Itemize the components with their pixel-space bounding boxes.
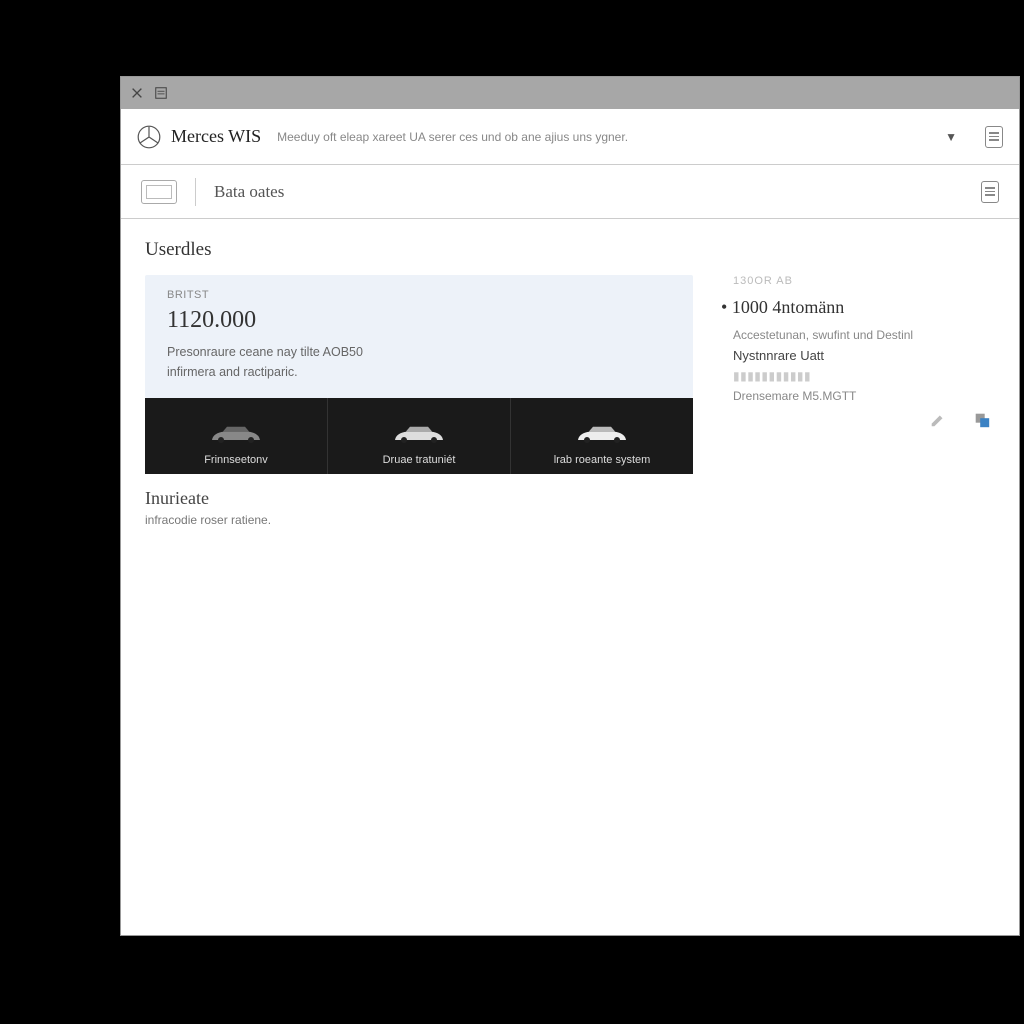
card-eyebrow: BRITST bbox=[167, 289, 671, 301]
header-actions: ▼ bbox=[945, 126, 1003, 148]
vehicle-row: Frinnseetonv Druae tratuniét bbox=[145, 398, 693, 474]
side-line-1: Accestetunan, swufint und Destinl bbox=[733, 328, 995, 342]
export-icon[interactable] bbox=[973, 411, 991, 429]
breadcrumb-bar: Bata oates bbox=[121, 165, 1019, 219]
divider bbox=[195, 178, 196, 206]
vehicle-label: Druae tratuniét bbox=[383, 454, 456, 466]
side-title: 1000 4ntomänn bbox=[733, 297, 995, 318]
car-icon bbox=[206, 420, 266, 448]
device-icon[interactable] bbox=[141, 180, 177, 204]
document-icon[interactable] bbox=[985, 126, 1003, 148]
product-subtitle: Meeduy oft eleap xareet UA serer ces und… bbox=[277, 130, 935, 144]
breadcrumb[interactable]: Bata oates bbox=[214, 182, 284, 202]
window-toolbar bbox=[121, 77, 1019, 109]
app-window: Merces WIS Meeduy oft eleap xareet UA se… bbox=[120, 76, 1020, 936]
side-line-3: Drensemare M5.MGTT bbox=[733, 389, 995, 403]
subsection-desc: infracodie roser ratiene. bbox=[145, 513, 693, 527]
side-eyebrow: 130OR AB bbox=[733, 275, 995, 287]
summary-card[interactable]: BRITST 1120.000 Presonraure ceane nay ti… bbox=[145, 275, 693, 398]
edit-icon[interactable] bbox=[929, 411, 947, 429]
content-right: 130OR AB 1000 4ntomänn Accestetunan, swu… bbox=[733, 239, 995, 915]
tool-list-icon[interactable] bbox=[153, 85, 169, 101]
vehicle-option-1[interactable]: Frinnseetonv bbox=[145, 398, 328, 474]
car-icon bbox=[389, 420, 449, 448]
brand-logo-icon bbox=[137, 125, 161, 149]
card-desc-1: Presonraure ceane nay tilte AOB50 bbox=[167, 342, 671, 362]
vehicle-label: Frinnseetonv bbox=[204, 454, 268, 466]
vehicle-option-2[interactable]: Druae tratuniét bbox=[328, 398, 511, 474]
content: Userdles BRITST 1120.000 Presonraure cea… bbox=[121, 219, 1019, 935]
content-left: Userdles BRITST 1120.000 Presonraure cea… bbox=[145, 239, 693, 915]
card-desc-2: infirmera and ractiparic. bbox=[167, 362, 671, 382]
product-name: Merces WIS bbox=[171, 126, 261, 147]
page-options-icon[interactable] bbox=[981, 181, 999, 203]
side-line-2: Nystnnrare Uatt bbox=[733, 348, 995, 363]
car-icon bbox=[572, 420, 632, 448]
side-actions bbox=[733, 411, 995, 429]
side-line-faded: ▮▮▮▮▮▮▮▮▮▮▮ bbox=[733, 369, 995, 383]
chevron-down-icon[interactable]: ▼ bbox=[945, 130, 957, 144]
vehicle-option-3[interactable]: lrab roeante system bbox=[511, 398, 693, 474]
vehicle-label: lrab roeante system bbox=[554, 454, 651, 466]
card-value: 1120.000 bbox=[167, 307, 671, 334]
tool-pin-icon[interactable] bbox=[129, 85, 145, 101]
section-title: Userdles bbox=[145, 239, 693, 261]
subsection-title: Inurieate bbox=[145, 488, 693, 509]
app-header: Merces WIS Meeduy oft eleap xareet UA se… bbox=[121, 109, 1019, 165]
